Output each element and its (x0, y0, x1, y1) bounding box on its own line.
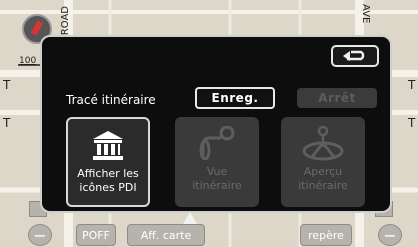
zoom-in-button[interactable]: − (378, 224, 402, 246)
poi-off-button[interactable]: POFF (76, 224, 116, 246)
map-display-button[interactable]: Aff. carte (127, 224, 205, 246)
selection-pointer-icon (183, 212, 197, 224)
route-trace-label: Tracé itinéraire (66, 93, 156, 107)
stop-button: Arrêt (297, 88, 377, 108)
building-icon (91, 127, 125, 163)
map-edge-mark: T (408, 78, 416, 92)
route-overview-label: Aperçu itinéraire (298, 165, 348, 192)
route-overview-button: Aperçu itinéraire (281, 117, 365, 207)
route-overview-icon (300, 125, 346, 161)
back-button[interactable] (331, 45, 379, 67)
road-label-right: AVE (360, 4, 371, 24)
show-poi-icons-button[interactable]: Afficher les icônes PDI (66, 117, 150, 207)
route-options-dialog: Tracé itinéraire Enreg. Arrêt Afficher l… (40, 35, 392, 224)
map-scale-label: 100 (19, 56, 37, 66)
map-edge-mark: T (408, 116, 416, 130)
show-poi-icons-label: Afficher les icônes PDI (77, 167, 139, 194)
map-edge-mark: T (3, 116, 11, 130)
road-label-left: ROAD (60, 6, 71, 36)
save-button[interactable]: Enreg. (195, 87, 275, 109)
marker-button[interactable]: repère (300, 224, 352, 246)
route-view-button: Vue itinéraire (175, 117, 259, 207)
return-arrow-icon (343, 50, 365, 61)
map-edge-mark: T (3, 78, 11, 92)
zoom-out-button[interactable]: − (28, 224, 52, 246)
route-view-label: Vue itinéraire (192, 165, 242, 192)
route-view-icon (193, 125, 241, 161)
